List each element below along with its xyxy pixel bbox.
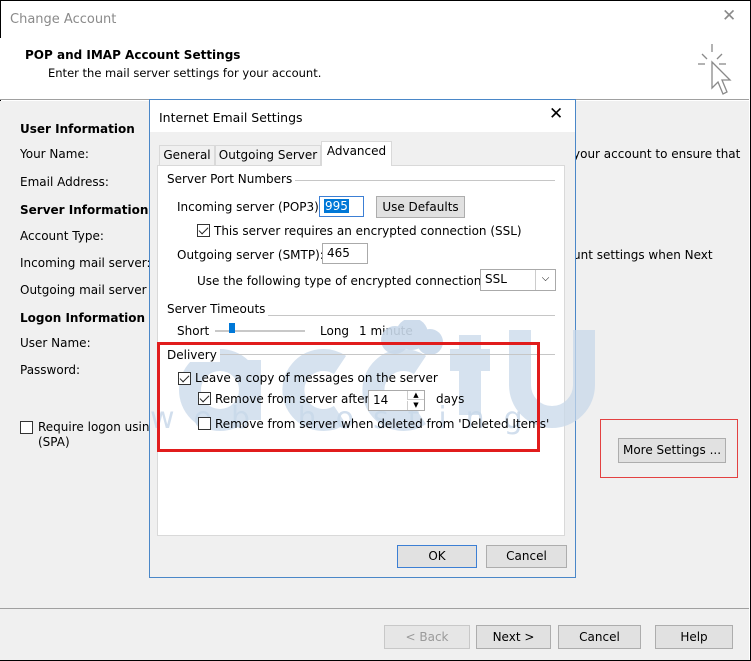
chevron-down-icon: ⌵ xyxy=(535,270,555,290)
outgoing-mail-server-label: Outgoing mail server (S xyxy=(20,283,148,297)
dialog-title: Internet Email Settings xyxy=(159,110,303,125)
user-name-label: User Name: xyxy=(20,336,91,350)
right-next-text: unt settings when Next xyxy=(573,248,713,262)
server-information-heading: Server Information xyxy=(20,203,149,217)
spa-label: (SPA) xyxy=(38,435,70,449)
tab-outgoing-server[interactable]: Outgoing Server xyxy=(215,145,321,165)
header-subtitle: Enter the mail server settings for your … xyxy=(48,66,322,80)
delivery-highlight xyxy=(157,342,540,452)
cursor-click-icon xyxy=(698,44,732,95)
ssl-checkbox-label: This server requires an encrypted connec… xyxy=(214,224,522,238)
timeout-value: 1 minute xyxy=(359,324,413,338)
ssl-checkbox[interactable] xyxy=(197,224,210,237)
server-timeouts-heading: Server Timeouts xyxy=(167,302,269,316)
encryption-type-select[interactable]: SSL ⌵ xyxy=(480,269,556,291)
server-port-numbers-heading: Server Port Numbers xyxy=(167,172,296,186)
next-button[interactable]: Next > xyxy=(476,625,551,649)
logon-information-heading: Logon Information xyxy=(20,311,146,325)
encryption-type-label: Use the following type of encrypted conn… xyxy=(197,274,486,288)
incoming-mail-server-label: Incoming mail server: xyxy=(20,256,151,270)
tab-general[interactable]: General xyxy=(159,145,215,165)
header-title: POP and IMAP Account Settings xyxy=(25,48,241,62)
dialog-cancel-button[interactable]: Cancel xyxy=(486,545,567,568)
ok-button[interactable]: OK xyxy=(397,545,477,568)
timeout-short-label: Short xyxy=(177,324,210,338)
email-address-label: Email Address: xyxy=(20,175,109,189)
incoming-port-input[interactable]: 995 xyxy=(319,196,364,217)
help-button[interactable]: Help xyxy=(655,625,733,649)
timeout-slider-thumb[interactable] xyxy=(229,323,236,333)
password-label: Password: xyxy=(20,363,81,377)
cancel-button[interactable]: Cancel xyxy=(558,625,641,649)
back-button[interactable]: < Back xyxy=(384,625,470,649)
account-type-label: Account Type: xyxy=(20,229,104,243)
incoming-port-value: 995 xyxy=(324,199,349,213)
user-information-heading: User Information xyxy=(20,122,135,136)
right-info-text: your account to ensure that xyxy=(573,147,741,161)
require-logon-checkbox[interactable] xyxy=(20,421,33,434)
outgoing-port-input[interactable]: 465 xyxy=(322,243,368,264)
tab-advanced[interactable]: Advanced xyxy=(321,141,392,166)
require-logon-label: Require logon usin xyxy=(38,420,150,434)
timeout-long-label: Long xyxy=(320,324,350,338)
outgoing-server-label: Outgoing server (SMTP): xyxy=(177,248,324,262)
window-title: Change Account xyxy=(10,12,117,27)
encryption-type-value: SSL xyxy=(485,272,507,286)
dialog-close-icon[interactable]: ✕ xyxy=(549,104,563,124)
more-settings-button[interactable]: More Settings ... xyxy=(618,438,726,463)
use-defaults-button[interactable]: Use Defaults xyxy=(376,196,465,218)
your-name-label: Your Name: xyxy=(20,147,89,161)
window-close-icon[interactable]: ✕ xyxy=(722,8,736,25)
incoming-server-label: Incoming server (POP3): xyxy=(177,200,323,214)
